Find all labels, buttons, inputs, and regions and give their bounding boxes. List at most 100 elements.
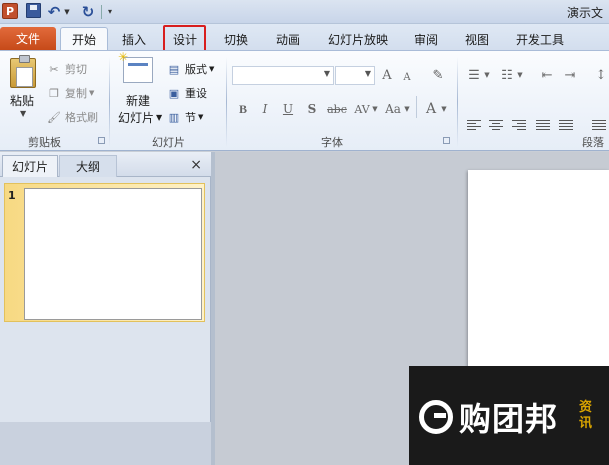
columns-icon[interactable]: [591, 117, 607, 133]
reset-button[interactable]: ▣ 重设: [167, 84, 207, 102]
title-bar: P ↶ ▼ ↻ ▾ 演示文: [0, 0, 609, 24]
font-name-dropdown-icon: ▼: [323, 69, 330, 78]
section-dropdown-icon: ▼: [198, 113, 204, 121]
strikethrough-button[interactable]: abc: [326, 100, 348, 118]
layout-icon: ▤: [168, 62, 180, 76]
quick-access-separator: [101, 5, 102, 19]
font-separator: [416, 96, 417, 118]
tab-developer[interactable]: 开发工具: [508, 28, 572, 50]
clipboard-group-label: 剪贴板: [28, 136, 61, 149]
align-left-icon[interactable]: [466, 117, 482, 133]
cut-label: 剪切: [65, 63, 87, 76]
customize-quick-access-icon[interactable]: ▾: [105, 3, 115, 20]
paste-button[interactable]: 粘贴: [10, 92, 34, 109]
bullets-icon[interactable]: ☰: [465, 66, 483, 84]
shadow-button[interactable]: S: [305, 100, 319, 118]
tab-outline[interactable]: 大纲: [59, 155, 117, 177]
align-right-icon[interactable]: [511, 117, 527, 133]
watermark: 购团邦 资讯: [409, 366, 609, 465]
tab-review[interactable]: 审阅: [405, 28, 447, 50]
undo-icon[interactable]: ↶: [46, 3, 62, 21]
cut-button[interactable]: ✂ 剪切: [47, 60, 87, 78]
save-icon[interactable]: [26, 3, 41, 18]
font-group-label: 字体: [321, 136, 343, 149]
change-case-button[interactable]: Aa: [384, 100, 402, 118]
numbering-dropdown-icon[interactable]: ▼: [516, 66, 524, 84]
powerpoint-logo-icon[interactable]: P: [2, 3, 18, 19]
copy-dropdown-icon[interactable]: ▼: [89, 89, 94, 97]
character-spacing-dropdown-icon[interactable]: ▼: [371, 100, 379, 118]
change-case-dropdown-icon[interactable]: ▼: [403, 100, 411, 118]
underline-button[interactable]: U: [281, 100, 295, 118]
font-launcher-icon[interactable]: [443, 137, 450, 144]
format-painter-label: 格式刷: [65, 111, 98, 124]
section-icon: ▥: [168, 110, 180, 124]
tab-home[interactable]: 开始: [60, 27, 108, 51]
distributed-icon[interactable]: [558, 117, 574, 133]
character-spacing-button[interactable]: AV: [352, 100, 372, 118]
tab-animations[interactable]: 动画: [267, 28, 309, 50]
close-icon[interactable]: ×: [190, 157, 202, 173]
redo-icon[interactable]: ↻: [80, 3, 96, 21]
slide-number: 1: [8, 189, 16, 202]
new-slide-dropdown-icon: ▼: [156, 113, 163, 122]
increase-indent-icon[interactable]: ⇥: [562, 66, 578, 84]
design-tab-highlight: [163, 25, 206, 53]
copy-button[interactable]: ❐ 复制 ▼: [47, 84, 94, 102]
watermark-brand: 购团邦: [459, 400, 559, 438]
brand-logo-icon: [419, 400, 453, 434]
paste-dropdown-icon[interactable]: ▼: [20, 109, 26, 118]
clipboard-launcher-icon[interactable]: [98, 137, 105, 144]
copy-icon: ❐: [49, 86, 59, 100]
layout-label: 版式: [185, 63, 207, 76]
panel-footer: [0, 422, 211, 465]
new-slide-label-line2: 幻灯片: [118, 111, 155, 125]
section-button[interactable]: ▥ 节 ▼: [167, 108, 204, 126]
new-slide-dropdown-button[interactable]: 幻灯片 ▼: [118, 109, 162, 126]
font-size-dropdown[interactable]: ▼: [335, 66, 375, 85]
document-title: 演示文: [566, 6, 603, 20]
tab-insert[interactable]: 插入: [113, 28, 155, 50]
tab-transitions[interactable]: 切换: [215, 28, 257, 50]
bold-button[interactable]: B: [236, 100, 250, 118]
clear-formatting-icon[interactable]: ✎: [428, 66, 448, 84]
font-name-dropdown[interactable]: ▼: [232, 66, 334, 85]
justify-icon[interactable]: [535, 117, 551, 133]
group-separator: [109, 57, 110, 147]
tab-slides[interactable]: 幻灯片: [2, 155, 58, 177]
slides-panel: 幻灯片 大纲 × 1: [0, 152, 211, 465]
section-label: 节: [185, 111, 196, 124]
italic-button[interactable]: I: [258, 100, 272, 118]
line-spacing-icon[interactable]: ↕: [594, 66, 608, 84]
layout-button[interactable]: ▤ 版式 ▼: [167, 60, 215, 78]
ribbon-home: 粘贴 ▼ ✂ 剪切 ❐ 复制 ▼ 🖌 格式刷 剪贴板 新建 幻灯片 ▼ ▤ 版式…: [0, 50, 609, 151]
align-center-icon[interactable]: [488, 117, 504, 133]
tab-view[interactable]: 视图: [456, 28, 498, 50]
watermark-tag: 资讯: [579, 400, 593, 431]
slide-thumbnail-selected[interactable]: 1: [4, 183, 205, 322]
group-separator: [457, 57, 458, 147]
shrink-font-button[interactable]: A: [400, 68, 414, 86]
slide-thumbnail[interactable]: [24, 188, 202, 320]
paste-icon[interactable]: [10, 55, 36, 88]
format-painter-button[interactable]: 🖌 格式刷: [47, 108, 98, 126]
decrease-indent-icon[interactable]: ⇤: [539, 66, 555, 84]
reset-label: 重设: [185, 87, 207, 100]
ribbon-tabs: 文件 开始 插入 设计 切换 动画 幻灯片放映 审阅 视图 开发工具: [0, 24, 609, 51]
font-size-dropdown-icon: ▼: [364, 69, 371, 78]
font-color-button[interactable]: A: [424, 100, 438, 118]
bullets-dropdown-icon[interactable]: ▼: [483, 66, 491, 84]
new-slide-icon[interactable]: [118, 50, 153, 83]
panel-tabs: 幻灯片 大纲 ×: [0, 152, 211, 177]
undo-dropdown-icon[interactable]: ▼: [63, 3, 71, 20]
layout-dropdown-icon: ▼: [209, 65, 215, 73]
grow-font-button[interactable]: A: [379, 66, 395, 84]
numbering-icon[interactable]: ☷: [498, 66, 516, 84]
new-slide-label[interactable]: 新建: [126, 92, 150, 109]
font-color-dropdown-icon[interactable]: ▼: [440, 100, 448, 118]
paragraph-group-label: 段落: [582, 136, 604, 149]
tab-slideshow[interactable]: 幻灯片放映: [320, 28, 396, 50]
slides-group-label: 幻灯片: [152, 136, 185, 149]
tab-file[interactable]: 文件: [0, 27, 56, 50]
reset-icon: ▣: [168, 86, 180, 100]
